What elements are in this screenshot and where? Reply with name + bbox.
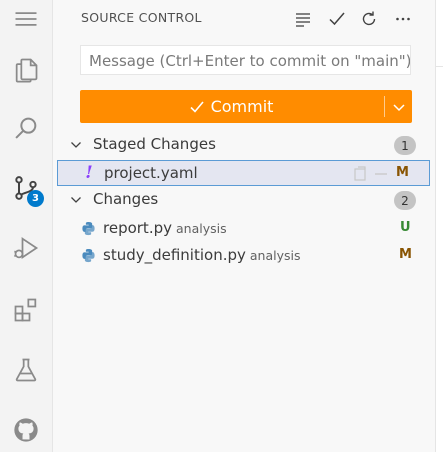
file-name: study_definition.py analysis bbox=[103, 246, 301, 264]
hamburger-icon bbox=[15, 12, 37, 26]
file-row-project-yaml[interactable]: ! project.yaml M bbox=[57, 160, 430, 186]
search-icon bbox=[15, 117, 37, 139]
activity-extensions[interactable] bbox=[0, 286, 52, 334]
file-status: M bbox=[399, 247, 412, 262]
github-icon bbox=[14, 418, 38, 442]
commit-message-input[interactable]: Message (Ctrl+Enter to commit on "main") bbox=[80, 45, 411, 75]
view-as-list-button[interactable] bbox=[292, 8, 314, 30]
changes-group[interactable]: Changes 2 bbox=[53, 188, 435, 212]
more-actions-button[interactable] bbox=[392, 8, 414, 30]
exclamation-icon: ! bbox=[85, 163, 93, 183]
unstage-icon[interactable] bbox=[373, 166, 389, 182]
activity-source-control[interactable] bbox=[0, 164, 52, 212]
file-dir: analysis bbox=[249, 248, 301, 263]
refresh-icon bbox=[362, 11, 376, 26]
file-name-text: report.py bbox=[103, 219, 172, 237]
python-icon bbox=[80, 247, 96, 263]
commit-check-button[interactable] bbox=[326, 8, 348, 30]
file-name: project.yaml bbox=[104, 164, 198, 182]
activity-search[interactable] bbox=[0, 104, 52, 152]
run-debug-icon bbox=[14, 237, 39, 259]
staged-count-badge: 1 bbox=[394, 136, 416, 155]
source-control-panel: SOURCE CONTROL Message (Ctrl+Enter to co… bbox=[53, 0, 435, 452]
panel-title: SOURCE CONTROL bbox=[81, 10, 202, 25]
file-row-report-py[interactable]: report.py analysis U bbox=[53, 216, 435, 242]
changes-label: Changes bbox=[93, 190, 159, 208]
commit-button[interactable]: Commit bbox=[80, 90, 382, 123]
commit-button-group: Commit bbox=[80, 90, 412, 123]
check-icon bbox=[329, 12, 345, 26]
commit-label: Commit bbox=[210, 97, 274, 116]
flask-icon bbox=[15, 358, 37, 382]
open-file-icon[interactable] bbox=[352, 166, 368, 182]
file-status: U bbox=[400, 220, 411, 235]
extensions-icon bbox=[14, 298, 37, 322]
changes-count-badge: 2 bbox=[394, 191, 416, 210]
chevron-down-icon bbox=[393, 103, 405, 111]
staged-changes-label: Staged Changes bbox=[93, 135, 216, 153]
ellipsis-icon bbox=[396, 17, 410, 21]
chevron-down-icon bbox=[71, 142, 81, 148]
activity-testing[interactable] bbox=[0, 346, 52, 394]
activity-github[interactable] bbox=[0, 406, 52, 454]
menu-icon[interactable] bbox=[0, 0, 52, 38]
activity-run-debug[interactable] bbox=[0, 224, 52, 272]
editor-edge bbox=[435, 0, 443, 452]
python-icon bbox=[80, 220, 96, 236]
commit-dropdown-button[interactable] bbox=[386, 90, 412, 123]
file-row-study-definition-py[interactable]: study_definition.py analysis M bbox=[53, 243, 435, 269]
file-name-text: study_definition.py bbox=[103, 246, 246, 264]
file-dir: analysis bbox=[175, 221, 227, 236]
chevron-down-icon bbox=[71, 197, 81, 203]
check-icon bbox=[189, 100, 204, 113]
commit-divider bbox=[384, 96, 385, 117]
activity-bar: 3 bbox=[0, 0, 53, 452]
list-icon bbox=[296, 13, 310, 27]
files-icon bbox=[15, 58, 38, 83]
file-status: M bbox=[396, 165, 409, 180]
panel-header: SOURCE CONTROL bbox=[53, 0, 435, 36]
activity-explorer[interactable] bbox=[0, 46, 52, 94]
file-name: report.py analysis bbox=[103, 219, 227, 237]
source-control-badge: 3 bbox=[27, 190, 44, 207]
refresh-button[interactable] bbox=[358, 8, 380, 30]
staged-changes-group[interactable]: Staged Changes 1 bbox=[53, 133, 435, 157]
